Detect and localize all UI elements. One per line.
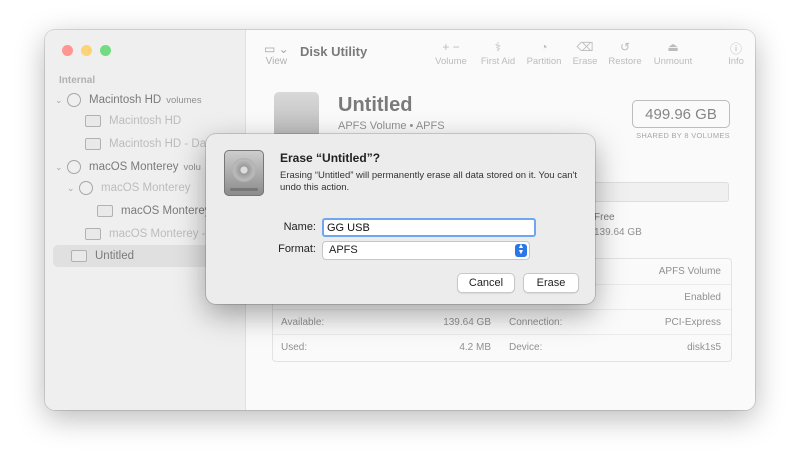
name-input[interactable] (322, 218, 536, 237)
format-selected-value: APFS (329, 244, 358, 256)
format-select[interactable]: APFS ▲ ▼ (322, 241, 530, 260)
cancel-button[interactable]: Cancel (457, 273, 515, 293)
hard-drive-icon (224, 150, 264, 196)
platter (232, 158, 256, 182)
erase-button[interactable]: Erase (523, 273, 579, 293)
dialog-title: Erase “Untitled”? (280, 151, 381, 165)
format-label: Format: (278, 243, 316, 255)
name-label: Name: (283, 221, 316, 233)
drive-slot (230, 188, 258, 191)
erase-dialog: Erase “Untitled”? Erasing “Untitled” wil… (206, 134, 595, 304)
dialog-message: Erasing “Untitled” will permanently eras… (280, 170, 578, 193)
up-down-chevron-icon: ▲ ▼ (515, 243, 527, 257)
